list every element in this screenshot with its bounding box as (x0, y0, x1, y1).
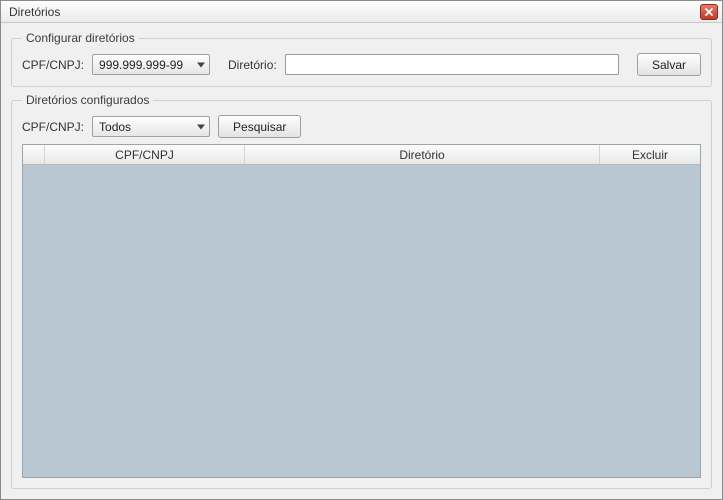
titlebar: Diretórios (1, 1, 722, 23)
filter-select-value: Todos (99, 120, 131, 134)
search-button-label: Pesquisar (233, 120, 286, 134)
configured-legend: Diretórios configurados (22, 93, 153, 107)
configure-group: Configurar diretórios CPF/CNPJ: 999.999.… (11, 31, 712, 87)
save-button[interactable]: Salvar (637, 53, 701, 76)
cpf-label: CPF/CNPJ: (22, 58, 84, 72)
window-title: Diretórios (9, 5, 60, 19)
filter-select[interactable]: Todos (92, 116, 210, 137)
table-header: CPF/CNPJ Diretório Excluir (23, 145, 700, 165)
cpf-select-value: 999.999.999-99 (99, 58, 183, 72)
dir-input[interactable] (285, 54, 619, 75)
close-icon (704, 7, 714, 17)
chevron-down-icon (197, 62, 205, 67)
save-button-label: Salvar (652, 58, 686, 72)
filter-cpf-label: CPF/CNPJ: (22, 120, 84, 134)
col-cpf[interactable]: CPF/CNPJ (45, 145, 245, 164)
cpf-select[interactable]: 999.999.999-99 (92, 54, 210, 75)
results-table: CPF/CNPJ Diretório Excluir (22, 144, 701, 478)
col-excluir[interactable]: Excluir (600, 145, 700, 164)
close-button[interactable] (700, 4, 718, 20)
dialog-content: Configurar diretórios CPF/CNPJ: 999.999.… (1, 23, 722, 499)
configured-group: Diretórios configurados CPF/CNPJ: Todos … (11, 93, 712, 489)
col-blank[interactable] (23, 145, 45, 164)
search-row: CPF/CNPJ: Todos Pesquisar (22, 115, 701, 138)
chevron-down-icon (197, 124, 205, 129)
col-dir[interactable]: Diretório (245, 145, 600, 164)
dir-label: Diretório: (228, 58, 277, 72)
table-body (23, 165, 700, 477)
search-button[interactable]: Pesquisar (218, 115, 301, 138)
dialog-window: Diretórios Configurar diretórios CPF/CNP… (0, 0, 723, 500)
configure-row: CPF/CNPJ: 999.999.999-99 Diretório: Salv… (22, 53, 701, 76)
configure-legend: Configurar diretórios (22, 31, 139, 45)
